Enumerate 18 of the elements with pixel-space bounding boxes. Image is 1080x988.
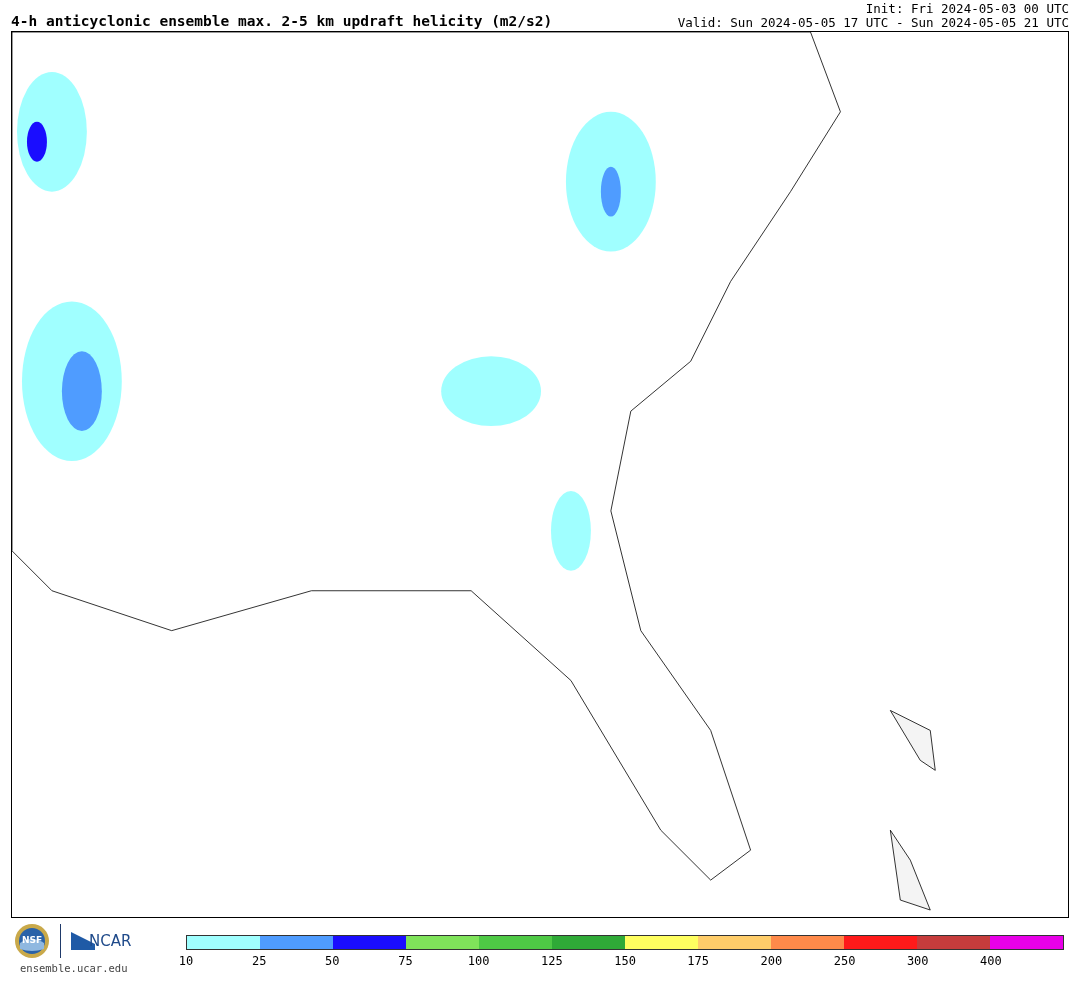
scale-label: 400 (980, 954, 1002, 968)
logo-text: NCAR (89, 932, 132, 950)
globe-logo-icon (14, 923, 50, 959)
scale-label: 100 (467, 954, 490, 968)
scale-label: 175 (687, 954, 710, 968)
init-time: Init: Fri 2024-05-03 00 UTC (865, 2, 1069, 16)
scale-label: 300 (906, 954, 929, 968)
scale-label: 250 (833, 954, 856, 968)
scale-label: 50 (325, 954, 340, 968)
scale-label: 10 (178, 954, 194, 968)
chart-title: 4-h anticyclonic ensemble max. 2-5 km updraft helicity (m2/s2) (11, 13, 553, 30)
scale-label: 150 (614, 954, 636, 968)
valid-time: Valid: Sun 2024-05-05 17 UTC - Sun 2024-05-05 21 UTC (677, 16, 1069, 30)
scale-label: 25 (251, 954, 267, 968)
website-link[interactable]: ensemble.ucar.edu (20, 962, 174, 974)
scale-label: 125 (541, 954, 563, 968)
scale-label: 200 (760, 954, 783, 968)
scale-label: 75 (398, 954, 413, 968)
